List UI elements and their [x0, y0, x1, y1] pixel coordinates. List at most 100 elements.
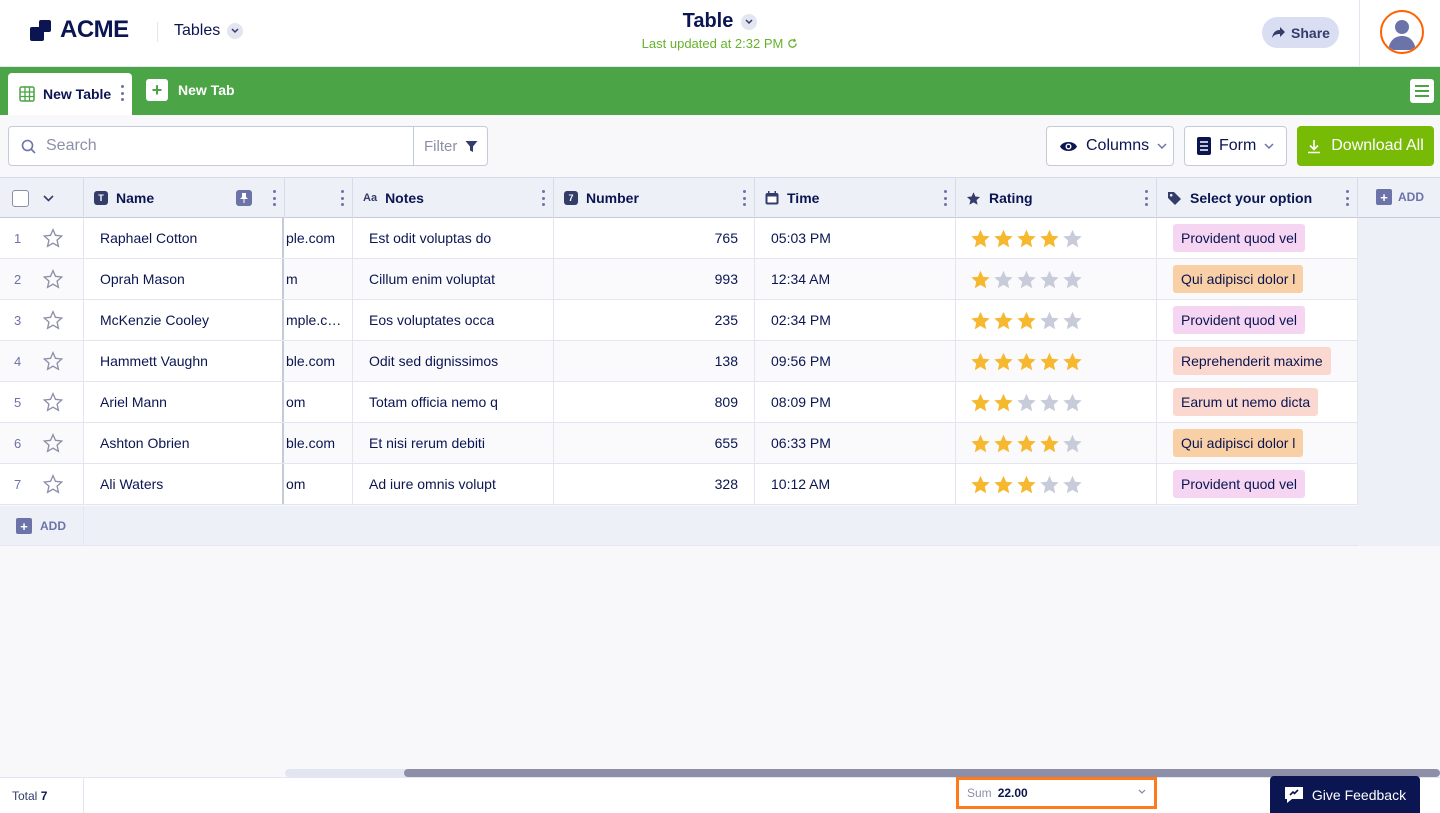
column-header-number[interactable]: 7 Number	[554, 178, 755, 218]
email-cell[interactable]: ple.com	[286, 218, 353, 258]
rating-cell[interactable]	[956, 423, 1157, 463]
number-cell[interactable]: 655	[554, 423, 755, 463]
star-outline-icon[interactable]	[43, 474, 64, 494]
star-icon[interactable]	[1062, 351, 1083, 372]
star-icon[interactable]	[970, 433, 991, 454]
new-tab-button[interactable]: + New Tab	[146, 79, 235, 101]
option-cell[interactable]: Earum ut nemo dicta	[1157, 382, 1358, 422]
star-icon[interactable]	[1062, 392, 1083, 413]
column-options-icon[interactable]	[272, 190, 276, 206]
star-icon[interactable]	[1016, 392, 1037, 413]
table-row[interactable]: 5 Ariel Mann om Totam officia nemo q 809…	[0, 382, 1358, 423]
page-title-dropdown[interactable]: Table	[683, 10, 758, 33]
column-options-icon[interactable]	[1144, 190, 1148, 206]
star-icon[interactable]	[1062, 269, 1083, 290]
avatar[interactable]	[1380, 10, 1424, 54]
tab-new-table[interactable]: New Table	[8, 73, 132, 115]
column-options-icon[interactable]	[943, 190, 947, 206]
star-icon[interactable]	[1039, 433, 1060, 454]
number-cell[interactable]: 765	[554, 218, 755, 258]
number-cell[interactable]: 328	[554, 464, 755, 504]
star-icon[interactable]	[1062, 310, 1083, 331]
give-feedback-button[interactable]: Give Feedback	[1270, 776, 1420, 813]
rating-cell[interactable]	[956, 464, 1157, 504]
filter-button[interactable]: Filter	[413, 126, 488, 166]
time-cell[interactable]: 12:34 AM	[755, 259, 956, 299]
notes-cell[interactable]: Ad iure omnis volupt	[353, 464, 554, 504]
star-outline-icon[interactable]	[43, 310, 64, 330]
column-options-icon[interactable]	[340, 190, 344, 206]
star-icon[interactable]	[1039, 310, 1060, 331]
notes-cell[interactable]: Eos voluptates occa	[353, 300, 554, 340]
star-icon[interactable]	[993, 433, 1014, 454]
star-icon[interactable]	[1062, 228, 1083, 249]
download-all-button[interactable]: Download All	[1297, 126, 1434, 166]
time-cell[interactable]: 06:33 PM	[755, 423, 956, 463]
rating-cell[interactable]	[956, 218, 1157, 258]
email-cell[interactable]: om	[286, 382, 353, 422]
add-column-button[interactable]: + ADD	[1376, 189, 1424, 205]
email-cell[interactable]: ble.com	[286, 341, 353, 381]
star-icon[interactable]	[970, 269, 991, 290]
name-cell[interactable]: Oprah Mason	[84, 259, 284, 299]
star-icon[interactable]	[1062, 433, 1083, 454]
star-icon[interactable]	[1039, 228, 1060, 249]
star-icon[interactable]	[970, 228, 991, 249]
star-icon[interactable]	[1039, 351, 1060, 372]
columns-button[interactable]: Columns	[1046, 126, 1174, 166]
email-cell[interactable]: m	[286, 259, 353, 299]
table-row[interactable]: 3 McKenzie Cooley mple.c… Eos voluptates…	[0, 300, 1358, 341]
name-cell[interactable]: Hammett Vaughn	[84, 341, 284, 381]
star-icon[interactable]	[1016, 351, 1037, 372]
star-icon[interactable]	[993, 474, 1014, 495]
chevron-down-icon[interactable]	[43, 194, 54, 202]
column-header-name[interactable]: T Name	[84, 178, 285, 218]
name-cell[interactable]: Ashton Obrien	[84, 423, 284, 463]
email-cell[interactable]: ble.com	[286, 423, 353, 463]
column-options-icon[interactable]	[1345, 190, 1349, 206]
name-cell[interactable]: Ariel Mann	[84, 382, 284, 422]
star-icon[interactable]	[993, 269, 1014, 290]
number-cell[interactable]: 993	[554, 259, 755, 299]
star-outline-icon[interactable]	[43, 228, 64, 248]
time-cell[interactable]: 08:09 PM	[755, 382, 956, 422]
add-row-button[interactable]: + ADD	[16, 518, 66, 534]
pin-icon[interactable]	[236, 190, 252, 206]
share-button[interactable]: Share	[1262, 17, 1339, 48]
time-cell[interactable]: 05:03 PM	[755, 218, 956, 258]
table-row[interactable]: 4 Hammett Vaughn ble.com Odit sed dignis…	[0, 341, 1358, 382]
star-icon[interactable]	[1016, 269, 1037, 290]
table-row[interactable]: 6 Ashton Obrien ble.com Et nisi rerum de…	[0, 423, 1358, 464]
star-outline-icon[interactable]	[43, 351, 64, 371]
time-cell[interactable]: 10:12 AM	[755, 464, 956, 504]
notes-cell[interactable]: Et nisi rerum debiti	[353, 423, 554, 463]
option-cell[interactable]: Provident quod vel	[1157, 464, 1358, 504]
star-icon[interactable]	[1016, 310, 1037, 331]
rating-cell[interactable]	[956, 341, 1157, 381]
star-outline-icon[interactable]	[43, 433, 64, 453]
column-header-time[interactable]: Time	[755, 178, 956, 218]
star-icon[interactable]	[1062, 474, 1083, 495]
column-header-email[interactable]	[285, 178, 353, 218]
rating-cell[interactable]	[956, 382, 1157, 422]
star-outline-icon[interactable]	[43, 392, 64, 412]
time-cell[interactable]: 02:34 PM	[755, 300, 956, 340]
star-icon[interactable]	[970, 351, 991, 372]
tab-options-icon[interactable]	[120, 85, 124, 101]
star-icon[interactable]	[1039, 474, 1060, 495]
rating-aggregate-dropdown[interactable]: Sum 22.00	[956, 777, 1157, 809]
notes-cell[interactable]: Est odit voluptas do	[353, 218, 554, 258]
menu-icon[interactable]	[1410, 79, 1434, 103]
star-icon[interactable]	[993, 228, 1014, 249]
star-icon[interactable]	[970, 310, 991, 331]
notes-cell[interactable]: Odit sed dignissimos	[353, 341, 554, 381]
table-row[interactable]: 1 Raphael Cotton ple.com Est odit volupt…	[0, 218, 1358, 259]
rating-cell[interactable]	[956, 259, 1157, 299]
option-cell[interactable]: Qui adipisci dolor l	[1157, 259, 1358, 299]
option-cell[interactable]: Qui adipisci dolor l	[1157, 423, 1358, 463]
time-cell[interactable]: 09:56 PM	[755, 341, 956, 381]
notes-cell[interactable]: Totam officia nemo q	[353, 382, 554, 422]
star-icon[interactable]	[1016, 228, 1037, 249]
star-icon[interactable]	[1039, 392, 1060, 413]
acme-logo[interactable]: ACME	[30, 16, 129, 44]
